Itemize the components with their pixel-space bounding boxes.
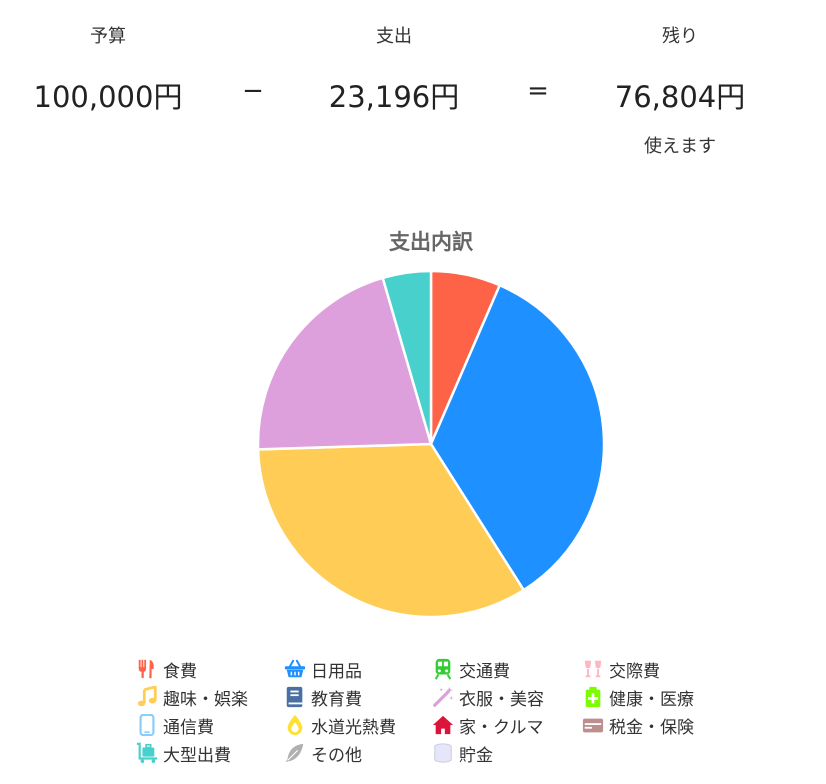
- legend-item[interactable]: 税金・保険: [580, 712, 694, 738]
- legend-item[interactable]: 交通費: [430, 656, 510, 682]
- legend-item[interactable]: 教育費: [282, 684, 362, 710]
- luggage-cart-icon: [134, 740, 160, 766]
- legend-label: 水道光熱費: [311, 717, 396, 738]
- legend-item[interactable]: 水道光熱費: [282, 712, 396, 738]
- legend-label: 交際費: [609, 661, 660, 682]
- train-icon: [430, 656, 456, 682]
- house-icon: [430, 712, 456, 738]
- budget-summary: 予算 100,000円 − 支出 23,196円 = 残り 76,804円 使え…: [0, 0, 826, 170]
- glasses-cheers-icon: [580, 656, 606, 682]
- legend-item[interactable]: 健康・医療: [580, 684, 694, 710]
- legend-label: 大型出費: [163, 745, 231, 766]
- legend-label: 衣服・美容: [459, 689, 544, 710]
- budget-amount: 100,000円: [33, 80, 183, 114]
- money-bill-icon: [580, 712, 606, 738]
- chart-title: 支出内訳: [389, 230, 473, 254]
- legend-label: 交通費: [459, 661, 510, 682]
- legend-item[interactable]: 通信費: [134, 712, 214, 738]
- legend-item[interactable]: 交際費: [580, 656, 660, 682]
- utensils-icon: [134, 656, 160, 682]
- magic-wand-icon: [430, 684, 456, 710]
- shopping-basket-icon: [282, 656, 308, 682]
- legend-label: 健康・医療: [609, 689, 694, 710]
- legend-item[interactable]: 趣味・娯楽: [134, 684, 248, 710]
- mobile-phone-icon: [134, 712, 160, 738]
- legend-label: 家・クルマ: [459, 717, 544, 738]
- equals-operator: =: [527, 76, 549, 106]
- budget-label: 予算: [90, 26, 126, 47]
- legend-label: 通信費: [163, 717, 214, 738]
- fire-drop-icon: [282, 712, 308, 738]
- medkit-icon: [580, 684, 606, 710]
- legend-item[interactable]: 家・クルマ: [430, 712, 544, 738]
- coins-icon: [430, 740, 456, 766]
- spent-amount: 23,196円: [328, 80, 460, 114]
- legend-label: その他: [311, 745, 362, 766]
- legend-item[interactable]: 食費: [134, 656, 197, 682]
- legend-item[interactable]: 貯金: [430, 740, 493, 766]
- remaining-label: 残り: [662, 26, 698, 47]
- feather-icon: [282, 740, 308, 766]
- remaining-amount: 76,804円: [614, 80, 746, 114]
- legend-item[interactable]: その他: [282, 740, 362, 766]
- legend-label: 教育費: [311, 689, 362, 710]
- legend-label: 税金・保険: [609, 717, 694, 738]
- spent-label: 支出: [376, 26, 412, 47]
- legend-label: 日用品: [311, 661, 362, 682]
- legend-label: 趣味・娯楽: [163, 689, 248, 710]
- music-note-icon: [134, 684, 160, 710]
- legend-item[interactable]: 日用品: [282, 656, 362, 682]
- book-icon: [282, 684, 308, 710]
- legend-item[interactable]: 大型出費: [134, 740, 231, 766]
- expense-pie-chart: [256, 269, 606, 619]
- minus-operator: −: [242, 76, 264, 106]
- legend-label: 貯金: [459, 745, 493, 766]
- legend-item[interactable]: 衣服・美容: [430, 684, 544, 710]
- legend-label: 食費: [163, 661, 197, 682]
- remaining-note: 使えます: [644, 136, 716, 157]
